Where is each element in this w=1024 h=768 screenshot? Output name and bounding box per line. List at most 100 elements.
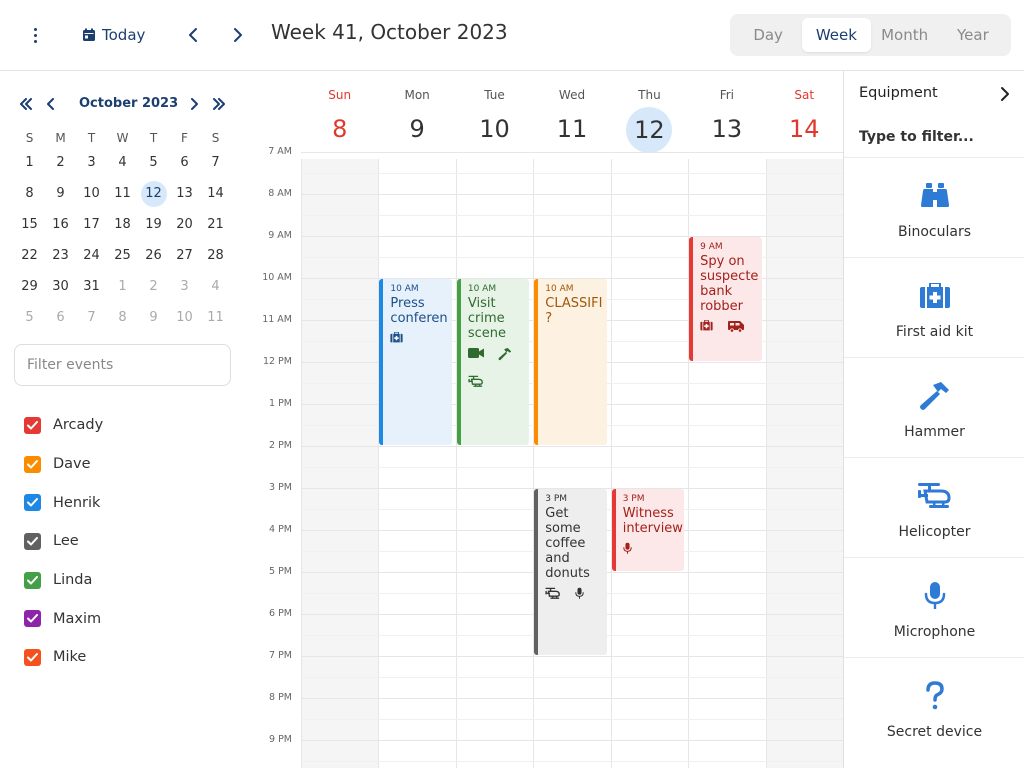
mini-calendar-today[interactable]: 12 (138, 178, 169, 209)
day-header-wed[interactable]: Wed 11 (533, 71, 610, 159)
mini-calendar-day[interactable]: 28 (200, 240, 231, 271)
time-label: 8 AM (268, 188, 292, 199)
weekday-label: S (211, 131, 220, 145)
day-name: Thu (638, 88, 661, 102)
half-hour-line (301, 761, 843, 762)
previous-week-button[interactable] (184, 24, 204, 46)
mini-calendar-day[interactable]: 10 (76, 178, 107, 209)
equipment-item[interactable]: Hammer (844, 357, 1024, 457)
person-name: Arcady (53, 417, 104, 434)
calendar-event[interactable]: 10 AM Visit crime scene (456, 279, 530, 445)
mini-calendar-day[interactable]: 21 (200, 209, 231, 240)
mini-calendar-day[interactable]: 23 (45, 240, 76, 271)
more-menu-icon[interactable] (27, 24, 43, 46)
helicopter-icon (468, 375, 484, 388)
mini-calendar-day[interactable]: 2 (138, 271, 169, 302)
day-number: 12 (611, 107, 688, 153)
mini-calendar-day[interactable]: 9 (138, 302, 169, 333)
mini-calendar-day[interactable]: 10 (169, 302, 200, 333)
chevron-right-icon[interactable] (997, 85, 1013, 103)
mini-calendar-day[interactable]: 7 (76, 302, 107, 333)
view-month-tab[interactable]: Month (871, 18, 939, 52)
day-header-sat[interactable]: Sat 14 (766, 71, 843, 159)
equipment-item[interactable]: Secret device (844, 657, 1024, 757)
next-week-button[interactable] (227, 24, 247, 46)
checkbox-checked-icon[interactable] (24, 494, 41, 512)
equipment-item[interactable]: First aid kit (844, 257, 1024, 357)
today-button[interactable]: Today (82, 22, 145, 48)
equipment-item[interactable]: Binoculars (844, 157, 1024, 257)
person-filter-linda[interactable]: Linda (24, 561, 103, 600)
equipment-filter-input[interactable]: Type to filter... (859, 129, 974, 145)
mini-calendar-day[interactable]: 1 (14, 147, 45, 178)
calendar-event[interactable]: 10 AM CLASSIFI ? (534, 279, 607, 445)
view-week-tab[interactable]: Week (802, 18, 871, 52)
mini-calendar-day[interactable]: 17 (76, 209, 107, 240)
equipment-item[interactable]: Microphone (844, 557, 1024, 657)
mini-calendar-day[interactable]: 20 (169, 209, 200, 240)
next-year-icon[interactable] (209, 93, 229, 115)
mini-calendar-day[interactable]: 2 (45, 147, 76, 178)
mini-calendar-day[interactable]: 9 (45, 178, 76, 209)
mini-calendar-day[interactable]: 16 (45, 209, 76, 240)
view-year-tab[interactable]: Year (939, 18, 1007, 52)
mini-calendar-day[interactable]: 6 (169, 147, 200, 178)
mini-calendar-day[interactable]: 8 (14, 178, 45, 209)
filter-events-input[interactable] (14, 344, 231, 386)
day-number: 2 (149, 279, 158, 294)
mini-calendar-day[interactable]: 4 (200, 271, 231, 302)
checkbox-checked-icon[interactable] (24, 455, 41, 473)
mini-calendar-day[interactable]: 3 (76, 147, 107, 178)
day-header-thu[interactable]: Thu 12 (611, 71, 688, 159)
day-number: 3 (87, 155, 96, 170)
mini-calendar-day[interactable]: 13 (169, 178, 200, 209)
mini-calendar-day[interactable]: 7 (200, 147, 231, 178)
day-header-fri[interactable]: Fri 13 (688, 71, 765, 159)
mini-calendar-day[interactable]: 26 (138, 240, 169, 271)
mini-calendar-day[interactable]: 31 (76, 271, 107, 302)
previous-year-icon[interactable] (16, 93, 36, 115)
calendar-event[interactable]: 9 AM Spy on suspecte bank robber (689, 237, 762, 361)
mini-calendar-day[interactable]: 18 (107, 209, 138, 240)
mini-calendar-day[interactable]: 25 (107, 240, 138, 271)
person-filter-maxim[interactable]: Maxim (24, 599, 103, 638)
day-header-tue[interactable]: Tue 10 (456, 71, 533, 159)
next-month-icon[interactable] (184, 93, 204, 115)
calendar-event[interactable]: 3 PM Witness interview (611, 489, 685, 571)
previous-month-icon[interactable] (41, 93, 61, 115)
day-header-sun[interactable]: Sun 8 (301, 71, 378, 159)
person-filter-mike[interactable]: Mike (24, 638, 103, 677)
mini-calendar-day[interactable]: 8 (107, 302, 138, 333)
equipment-item[interactable]: Helicopter (844, 457, 1024, 557)
person-filter-henrik[interactable]: Henrik (24, 483, 103, 522)
mini-calendar-day[interactable]: 11 (200, 302, 231, 333)
mini-calendar-day[interactable]: 24 (76, 240, 107, 271)
mini-calendar-day[interactable]: 5 (138, 147, 169, 178)
mini-calendar-day[interactable]: 1 (107, 271, 138, 302)
calendar-event[interactable]: 10 AM Press conferen (379, 279, 452, 445)
person-filter-dave[interactable]: Dave (24, 445, 103, 484)
mini-calendar-day[interactable]: 15 (14, 209, 45, 240)
mini-calendar-day[interactable]: 14 (200, 178, 231, 209)
mini-calendar-day[interactable]: 11 (107, 178, 138, 209)
mini-calendar-day[interactable]: 30 (45, 271, 76, 302)
checkbox-checked-icon[interactable] (24, 416, 41, 434)
mini-calendar-day[interactable]: 22 (14, 240, 45, 271)
mini-calendar-day[interactable]: 4 (107, 147, 138, 178)
person-filter-lee[interactable]: Lee (24, 522, 103, 561)
mini-calendar-day[interactable]: 5 (14, 302, 45, 333)
person-name: Henrik (53, 494, 101, 511)
checkbox-checked-icon[interactable] (24, 532, 41, 550)
checkbox-checked-icon[interactable] (24, 648, 41, 666)
mini-calendar-day[interactable]: 3 (169, 271, 200, 302)
mini-calendar-day[interactable]: 29 (14, 271, 45, 302)
calendar-event[interactable]: 3 PM Get some coffee and donuts (534, 489, 607, 655)
mini-calendar-day[interactable]: 27 (169, 240, 200, 271)
mini-calendar-day[interactable]: 6 (45, 302, 76, 333)
checkbox-checked-icon[interactable] (24, 610, 41, 628)
day-header-mon[interactable]: Mon 9 (378, 71, 455, 159)
view-day-tab[interactable]: Day (734, 18, 802, 52)
person-filter-arcady[interactable]: Arcady (24, 406, 103, 445)
mini-calendar-day[interactable]: 19 (138, 209, 169, 240)
checkbox-checked-icon[interactable] (24, 571, 41, 589)
